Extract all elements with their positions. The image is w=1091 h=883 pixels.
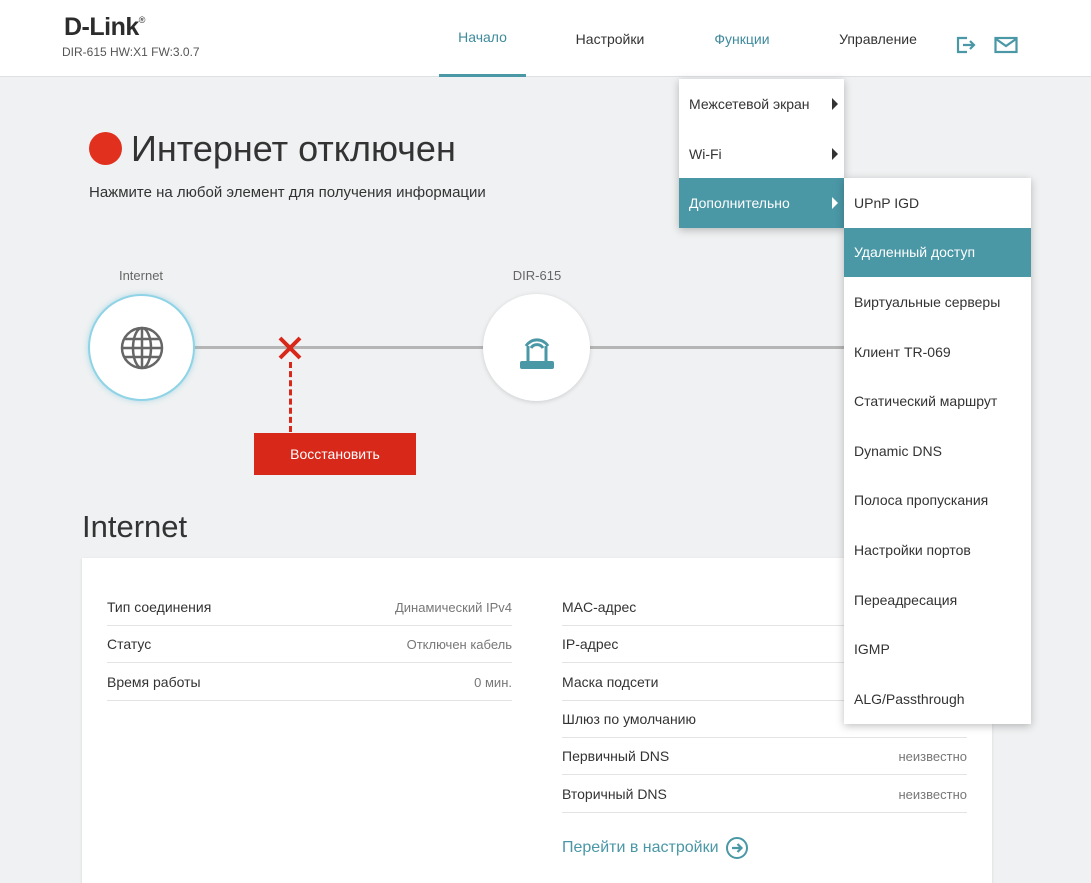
nav-settings[interactable]: Настройки xyxy=(566,0,654,77)
info-key: IP-адрес xyxy=(562,636,619,652)
submenu-item-upnp[interactable]: UPnP IGD xyxy=(844,178,1031,228)
info-key: Вторичный DNS xyxy=(562,786,667,802)
logout-icon[interactable] xyxy=(955,35,977,55)
info-value: Отключен кабель xyxy=(406,636,512,652)
info-value: Динамический IPv4 xyxy=(394,599,512,615)
model-info: DIR-615 HW:X1 FW:3.0.7 xyxy=(62,45,200,59)
advanced-submenu: UPnP IGD Удаленный доступ Виртуальные се… xyxy=(844,178,1031,724)
info-key: MAC-адрес xyxy=(562,599,637,615)
submenu-item-ddns[interactable]: Dynamic DNS xyxy=(844,426,1031,476)
info-row-uptime: Время работы 0 мин. xyxy=(107,664,512,701)
internet-section-title: Internet xyxy=(82,509,188,544)
submenu-item-static-route[interactable]: Статический маршрут xyxy=(844,376,1031,426)
menu-item-wifi[interactable]: Wi-Fi xyxy=(679,129,844,179)
internet-node-label: Internet xyxy=(118,268,164,283)
functions-menu: Межсетевой экран Wi-Fi Дополнительно xyxy=(679,79,844,229)
info-row-connection-type: Тип соединения Динамический IPv4 xyxy=(107,589,512,626)
caret-right-icon xyxy=(832,97,838,110)
info-key: Маска подсети xyxy=(562,674,659,690)
page-title: Интернет отключен xyxy=(131,128,456,169)
info-key: Первичный DNS xyxy=(562,748,670,764)
info-value: 0 мин. xyxy=(474,674,512,690)
nav-functions[interactable]: Функции xyxy=(701,0,783,77)
dlink-logo[interactable]: D-Link® xyxy=(64,13,145,42)
submenu-item-redirect[interactable]: Переадресация xyxy=(844,575,1031,625)
info-row-secondary-dns: Вторичный DNS неизвестно xyxy=(562,776,967,813)
caret-right-icon xyxy=(832,197,838,210)
info-row-primary-dns: Первичный DNS неизвестно xyxy=(562,738,967,775)
nav-home[interactable]: Начало xyxy=(439,0,526,77)
info-row-status: Статус Отключен кабель xyxy=(107,626,512,663)
submenu-item-port-settings[interactable]: Настройки портов xyxy=(844,525,1031,575)
status-indicator xyxy=(89,132,122,165)
submenu-item-alg[interactable]: ALG/Passthrough xyxy=(844,674,1031,724)
mail-icon[interactable] xyxy=(994,35,1018,55)
error-dashed-line xyxy=(289,362,292,432)
submenu-item-bandwidth[interactable]: Полоса пропускания xyxy=(844,476,1031,526)
caret-right-icon xyxy=(832,147,838,160)
error-x-icon xyxy=(278,336,302,360)
info-key: Шлюз по умолчанию xyxy=(562,711,697,727)
router-icon xyxy=(519,338,554,369)
connection-line xyxy=(194,346,484,349)
info-value: неизвестно xyxy=(898,786,968,802)
restore-button[interactable]: Восстановить xyxy=(254,433,416,475)
info-key: Тип соединения xyxy=(107,599,212,615)
globe-icon xyxy=(120,326,163,369)
router-node-label: DIR-615 xyxy=(512,268,562,283)
submenu-item-tr069[interactable]: Клиент TR-069 xyxy=(844,327,1031,377)
menu-item-advanced[interactable]: Дополнительно xyxy=(679,178,844,229)
info-key: Время работы xyxy=(107,674,201,690)
info-key: Статус xyxy=(107,636,152,652)
internet-node[interactable] xyxy=(88,294,195,401)
header: D-Link® DIR-615 HW:X1 FW:3.0.7 Начало На… xyxy=(0,0,1091,77)
goto-settings-link[interactable]: Перейти в настройки xyxy=(562,836,749,860)
goto-settings-label: Перейти в настройки xyxy=(562,839,719,856)
info-value: неизвестно xyxy=(898,748,968,764)
arrow-circle-right-icon xyxy=(725,837,748,859)
connection-line-lan xyxy=(590,346,845,349)
menu-item-firewall[interactable]: Межсетевой экран xyxy=(679,79,844,129)
submenu-item-igmp[interactable]: IGMP xyxy=(844,624,1031,674)
nav-management[interactable]: Управление xyxy=(830,0,926,77)
submenu-item-remote-access[interactable]: Удаленный доступ xyxy=(844,227,1031,278)
page-subtitle: Нажмите на любой элемент для получения и… xyxy=(89,184,486,201)
router-node[interactable] xyxy=(483,294,590,401)
submenu-item-virtual-servers[interactable]: Виртуальные серверы xyxy=(844,277,1031,327)
